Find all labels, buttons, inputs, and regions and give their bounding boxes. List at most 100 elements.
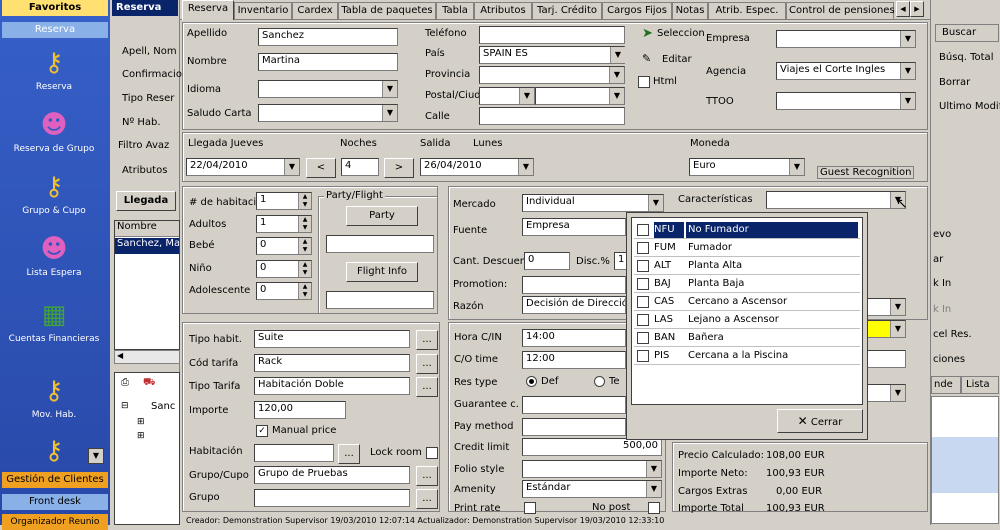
tab-tabla[interactable]: Tabla <box>436 2 474 19</box>
front-desk-tab[interactable]: Front desk <box>2 494 108 510</box>
razon-select[interactable]: Decisión de Dirección <box>522 296 626 314</box>
list-item-checkbox[interactable] <box>637 296 649 308</box>
grupo-lookup-button[interactable]: ... <box>416 489 438 509</box>
tree-expand-icon[interactable]: ⊟ <box>121 401 129 411</box>
borrar-button[interactable]: Borrar <box>939 77 970 88</box>
empresa-select[interactable]: ▼ <box>776 30 916 48</box>
tipo-tarifa-lookup-button[interactable]: ... <box>416 377 438 397</box>
pay-method-select[interactable] <box>522 418 626 436</box>
tree-expand-icon[interactable]: ⊞ <box>137 417 145 427</box>
co-time-input[interactable]: 12:00 <box>522 351 626 369</box>
res-type-ter-radio[interactable] <box>594 376 605 387</box>
guest-recognition-button[interactable]: Guest Recognition <box>817 166 915 179</box>
seleccion-button[interactable]: Seleccion <box>657 28 705 39</box>
chevron-down-icon[interactable]: ▼ <box>382 105 397 121</box>
tab-agenda[interactable]: nde <box>931 376 961 394</box>
habitacion-input[interactable] <box>254 444 334 462</box>
action-link[interactable]: ciones <box>933 354 965 365</box>
chevron-down-icon[interactable]: ▼ <box>900 63 915 79</box>
flight-input[interactable] <box>326 291 434 309</box>
noches-decrease-button[interactable]: < <box>306 158 336 178</box>
column-header-nombre[interactable]: Nombre <box>115 221 179 237</box>
moneda-select[interactable]: Euro <box>689 158 805 176</box>
idioma-select[interactable]: ▼ <box>258 80 398 98</box>
sidebar-item-grupo-cupo[interactable]: ⚷ Grupo & Cupo <box>2 172 106 216</box>
salida-date-input[interactable]: 26/04/2010 <box>420 158 534 176</box>
editar-button[interactable]: Editar <box>662 54 692 65</box>
tab-scroll-right-icon[interactable]: ▶ <box>910 1 924 17</box>
grupo-cupo-lookup-button[interactable]: ... <box>416 466 438 486</box>
chevron-down-icon[interactable]: ▼ <box>518 159 533 175</box>
chevron-down-icon[interactable]: ▼ <box>284 159 299 175</box>
chevron-down-icon[interactable]: ▼ <box>646 461 661 477</box>
chevron-down-icon[interactable]: ▼ <box>900 93 915 109</box>
tree-expand-icon[interactable]: ⊞ <box>137 431 145 441</box>
folio-style-select[interactable]: ▼ <box>522 460 662 478</box>
hora-cin-input[interactable]: 14:00 <box>522 329 626 347</box>
chevron-down-icon[interactable]: ▼ <box>609 88 624 104</box>
spinner-icon[interactable]: ▲ ▼ <box>298 283 311 299</box>
telefono-input[interactable] <box>479 26 625 44</box>
sidebar-expand-button[interactable]: ▼ <box>88 448 104 464</box>
list-item-checkbox[interactable] <box>637 278 649 290</box>
list-item-checkbox[interactable] <box>637 332 649 344</box>
list-item-checkbox[interactable] <box>637 242 649 254</box>
habitaciones-input[interactable]: 1 ▲ ▼ <box>256 192 312 210</box>
party-input[interactable] <box>326 235 434 253</box>
sidebar-item-reserva-grupo[interactable]: ☻ Reserva de Grupo <box>2 110 106 154</box>
results-list[interactable]: Nombre Sanchez, Ma <box>114 220 180 350</box>
adultos-input[interactable]: 1 ▲ ▼ <box>256 215 312 233</box>
busq-total-button[interactable]: Búsq. Total <box>939 52 993 63</box>
tab-scroll-left-icon[interactable]: ◀ <box>896 1 910 17</box>
ttoo-select[interactable]: ▼ <box>776 92 916 110</box>
manual-price-checkbox[interactable]: ✓ <box>256 425 268 437</box>
action-link[interactable]: cel Res. <box>933 329 972 340</box>
chevron-down-icon[interactable]: ▼ <box>900 31 915 47</box>
action-link[interactable]: k In <box>933 304 951 315</box>
adolescente-input[interactable]: 0 ▲ ▼ <box>256 282 312 300</box>
chevron-down-icon[interactable]: ▼ <box>610 47 625 63</box>
tab-control-pensiones[interactable]: Control de pensiones <box>786 2 895 19</box>
sidebar-item-mov-hab[interactable]: ⚷ Mov. Hab. <box>2 376 106 420</box>
tipo-habit-lookup-button[interactable]: ... <box>416 330 438 350</box>
highlighted-field[interactable]: ▼ <box>866 320 906 338</box>
grupo-input[interactable] <box>254 489 410 507</box>
table-row[interactable]: Sanchez, Ma <box>115 238 179 254</box>
right-input[interactable] <box>866 350 906 368</box>
lock-room-checkbox[interactable] <box>426 447 438 459</box>
chevron-down-icon[interactable]: ▼ <box>789 159 804 175</box>
edit-icon[interactable]: ✎ <box>642 52 651 65</box>
tree-node[interactable]: Sanc <box>151 401 175 412</box>
action-link[interactable]: ar <box>933 254 943 265</box>
nombre-input[interactable]: Martina <box>258 53 398 71</box>
right-select-2[interactable]: ▼ <box>866 384 906 402</box>
calle-input[interactable] <box>479 107 625 125</box>
tab-atrib-espec[interactable]: Atrib. Espec. <box>708 2 786 19</box>
tipo-tarifa-input[interactable]: Habitación Doble <box>254 377 410 395</box>
spinner-icon[interactable]: ▲ ▼ <box>298 216 311 232</box>
organizador-tab[interactable]: Organizador Reunio <box>2 514 108 530</box>
llegada-button[interactable]: Llegada <box>116 191 176 211</box>
right-list[interactable] <box>931 396 999 524</box>
list-item[interactable]: FUM Fumador <box>634 240 860 257</box>
caracteristicas-select[interactable]: ▼ <box>766 191 906 209</box>
tipo-habit-input[interactable]: Suite <box>254 330 410 348</box>
list-item[interactable]: PIS Cercana a la Piscina <box>634 348 860 365</box>
importe-input[interactable]: 120,00 <box>254 401 346 419</box>
gestion-clientes-tab[interactable]: Gestión de Clientes <box>2 472 108 488</box>
mercado-select[interactable]: Individual <box>522 194 664 212</box>
tab-atributos[interactable]: Atributos <box>474 2 532 19</box>
tree-view[interactable]: ⎙ ⛟ ⊟ Sanc ⊞ ⊞ <box>114 372 180 525</box>
chevron-down-icon[interactable]: ▼ <box>519 88 534 104</box>
res-type-def-radio[interactable] <box>526 376 537 387</box>
list-item-checkbox[interactable] <box>637 314 649 326</box>
print-icon[interactable]: ⎙ <box>121 377 129 388</box>
fuente-select[interactable]: Empresa <box>522 218 626 236</box>
promotion-input[interactable] <box>522 276 626 294</box>
tab-tabla-paquetes[interactable]: Tabla de paquetes <box>338 2 436 19</box>
cursor-select-icon[interactable]: ➤ <box>642 26 653 41</box>
reserva-section-header[interactable]: Reserva <box>2 22 108 38</box>
list-item-checkbox[interactable] <box>637 260 649 272</box>
amenity-select[interactable]: Estándar <box>522 480 662 498</box>
llegada-date-input[interactable]: 22/04/2010 <box>186 158 300 176</box>
